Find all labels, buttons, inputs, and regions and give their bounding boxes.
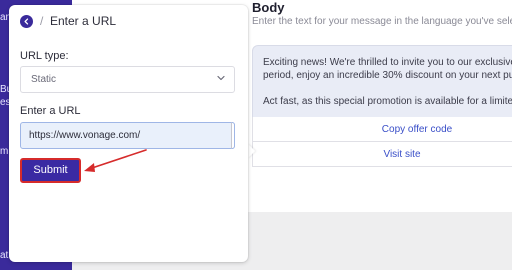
cta-label: Visit site <box>383 149 421 160</box>
back-button[interactable] <box>20 15 33 28</box>
cta-visit-site[interactable]: Visit site <box>252 142 512 167</box>
breadcrumb-separator: / <box>40 14 44 28</box>
popover-title: Enter a URL <box>50 14 117 28</box>
url-type-value: Static <box>31 74 57 85</box>
url-input[interactable] <box>20 122 235 149</box>
url-input-scroll-edge <box>231 122 235 149</box>
message-line: Act fast, as this special promotion is a… <box>263 96 512 107</box>
url-type-select[interactable]: Static <box>20 66 235 93</box>
enter-url-popover: / Enter a URL URL type: Static Enter a U… <box>9 5 248 262</box>
chevron-left-icon <box>24 18 29 25</box>
chevron-down-icon <box>217 75 225 81</box>
message-preview[interactable]: Exciting news! We're thrilled to invite … <box>252 45 512 118</box>
cta-copy-offer-code[interactable]: Copy offer code <box>252 117 512 142</box>
message-line: Exciting news! We're thrilled to invite … <box>263 57 512 68</box>
body-section-help: Enter the text for your message in the l… <box>252 16 512 27</box>
url-label: Enter a URL <box>20 105 81 117</box>
sidebar-text-fragment: at <box>0 250 9 261</box>
url-type-label: URL type: <box>20 50 69 62</box>
cta-label: Copy offer code <box>381 124 453 135</box>
submit-button[interactable]: Submit <box>20 158 81 183</box>
body-section-title: Body <box>252 0 285 15</box>
sidebar-text-fragment: m <box>0 146 9 157</box>
message-line: period, enjoy an incredible 30% discount… <box>263 70 512 81</box>
